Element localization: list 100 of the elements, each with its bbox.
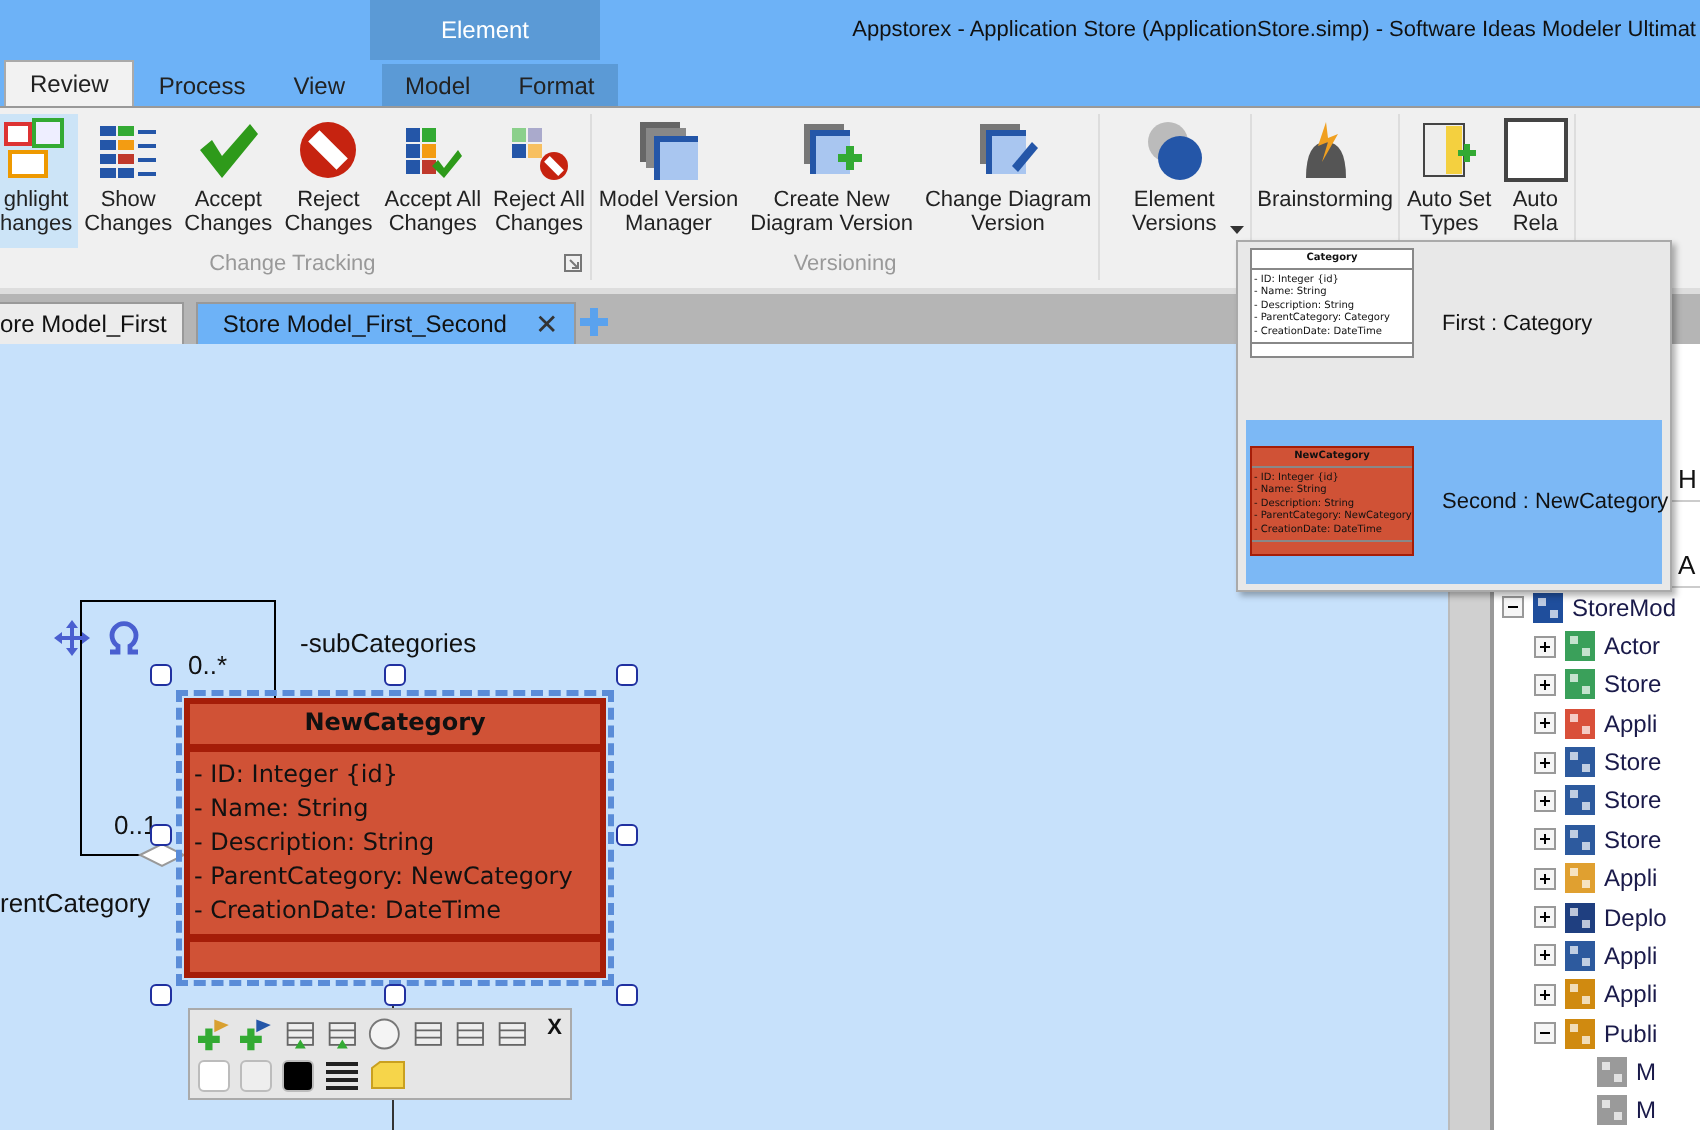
resize-handle[interactable] (150, 824, 172, 846)
ribbon-button[interactable]: Reject Changes (278, 114, 379, 248)
expander-button[interactable] (1534, 751, 1556, 774)
tree-item[interactable]: Publi (1604, 1019, 1658, 1048)
expander-button[interactable] (1534, 944, 1556, 967)
close-button[interactable]: ✕ (534, 308, 559, 340)
association-line[interactable] (80, 600, 278, 698)
tab-title: ore Model_First (0, 310, 167, 338)
color-swatch[interactable] (240, 1060, 272, 1092)
expander-button[interactable] (1534, 712, 1556, 735)
class-name: NewCategory (190, 704, 600, 752)
reject-icon (296, 118, 361, 182)
diagram-icon (1564, 746, 1596, 779)
resize-handle[interactable] (616, 824, 638, 846)
ribbon-button[interactable]: Change Diagram Version (918, 114, 1098, 248)
multiplicity-label: 0..* (188, 650, 228, 680)
resize-handle[interactable] (384, 984, 406, 1006)
tree-item[interactable]: Deplo (1604, 903, 1667, 932)
tab-title: Store Model_First_Second (222, 310, 507, 338)
diagram-icon (1564, 823, 1596, 856)
expander-button[interactable] (1534, 828, 1556, 851)
close-button[interactable]: X (547, 1016, 562, 1040)
class-attribute: - Description: String (194, 826, 437, 860)
tree-item[interactable]: Appli (1604, 709, 1658, 738)
class-attribute: - Name: String (194, 792, 371, 826)
ribbon-button[interactable]: Auto Rela (1497, 114, 1574, 248)
group-label: Versioning (793, 252, 897, 276)
diagram-icon (1596, 1055, 1628, 1088)
version-label: First : Category (1442, 312, 1593, 336)
document-tab[interactable]: Store Model_First_Second ✕ (196, 302, 577, 344)
tree-item[interactable]: Appli (1604, 941, 1658, 970)
ribbon-button[interactable]: Create New Diagram Version (744, 114, 919, 248)
diagram-icon (1564, 862, 1596, 895)
ribbon-tab[interactable]: Process (134, 64, 270, 106)
role-label: rentCategory (0, 888, 151, 918)
resize-handle[interactable] (616, 984, 638, 1006)
ribbon-button[interactable]: Element Versions (1099, 114, 1250, 248)
diagram-icon (1564, 939, 1596, 972)
expander-button[interactable] (1534, 635, 1556, 658)
tree-item[interactable]: Appli (1604, 980, 1658, 1009)
ribbon-tab[interactable]: Format (494, 64, 619, 106)
dialog-launcher-icon[interactable] (564, 254, 583, 272)
resize-handle[interactable] (150, 664, 172, 686)
color-swatch[interactable] (198, 1060, 230, 1092)
auto-types-icon (1417, 118, 1482, 182)
document-tab[interactable]: ore Model_First (0, 302, 185, 344)
ribbon-button[interactable]: Model Version Manager (592, 114, 745, 248)
move-icon[interactable] (54, 620, 90, 656)
ribbon-button[interactable]: Reject All Changes (487, 114, 591, 248)
class-attribute: - ParentCategory: NewCategory (194, 860, 575, 894)
expander-button[interactable] (1534, 983, 1556, 1006)
role-label: -subCategories (300, 628, 477, 658)
ribbon-tab[interactable]: View (269, 64, 370, 106)
tree-item[interactable]: Store (1604, 786, 1662, 815)
ribbon-button[interactable]: Accept All Changes (378, 114, 488, 248)
rotate-icon[interactable] (104, 620, 144, 656)
tree-item[interactable]: M (1636, 1096, 1656, 1125)
tree-item[interactable]: Appli (1604, 864, 1658, 893)
resize-handle[interactable] (616, 664, 638, 686)
tree-item[interactable]: Store (1604, 748, 1662, 777)
diagram-icon (1564, 784, 1596, 817)
expander-button[interactable] (1502, 596, 1524, 619)
tree-item[interactable]: M (1636, 1057, 1656, 1086)
expander-button[interactable] (1534, 673, 1556, 696)
diagram-icon (1564, 630, 1596, 663)
line-style-icon[interactable] (324, 1058, 360, 1094)
circle-icon[interactable] (368, 1016, 402, 1052)
diagram-icon (1564, 901, 1596, 934)
diagram-icon (1564, 978, 1596, 1011)
expander-button[interactable] (1534, 867, 1556, 890)
diagram-icon (1564, 707, 1596, 740)
aggregation-line[interactable] (80, 698, 184, 868)
list-add-icon[interactable] (283, 1016, 316, 1052)
diagram-icon (1564, 1017, 1596, 1050)
diagram-icon (1532, 591, 1564, 624)
tree-item[interactable]: Store (1604, 670, 1662, 699)
tree-item[interactable]: StoreMod (1572, 593, 1677, 622)
color-swatch[interactable] (282, 1060, 314, 1092)
diagram-icon (1564, 668, 1596, 701)
resize-handle[interactable] (150, 984, 172, 1006)
highlight-icon (4, 118, 69, 182)
ribbon-button[interactable]: Brainstorming (1251, 114, 1399, 248)
expander-button[interactable] (1534, 1022, 1556, 1045)
list-add-icon[interactable] (325, 1016, 359, 1052)
class-attribute: - ID: Integer {id} (194, 758, 400, 792)
expander-button[interactable] (1534, 789, 1556, 812)
list-icon[interactable] (453, 1016, 487, 1052)
ribbon-tab[interactable]: Review (4, 60, 135, 106)
tree-item[interactable]: Actor (1604, 632, 1661, 661)
ribbon-button[interactable]: ghlight hanges (0, 114, 79, 248)
resize-handle[interactable] (384, 664, 406, 686)
ribbon-button[interactable]: Accept Changes (178, 114, 279, 248)
expander-button[interactable] (1534, 906, 1556, 929)
ribbon-tab[interactable]: Model (381, 64, 495, 106)
version-manager-icon (636, 118, 701, 182)
ribbon-button[interactable]: Show Changes (78, 114, 179, 248)
class-attribute: - CreationDate: DateTime (194, 894, 504, 928)
list-icon[interactable] (496, 1016, 530, 1052)
tree-item[interactable]: Store (1604, 825, 1662, 854)
window-title: Appstorex - Application Store (ApplicationStore.simp) - Software Ideas Modeler Ultimat (852, 18, 1698, 42)
